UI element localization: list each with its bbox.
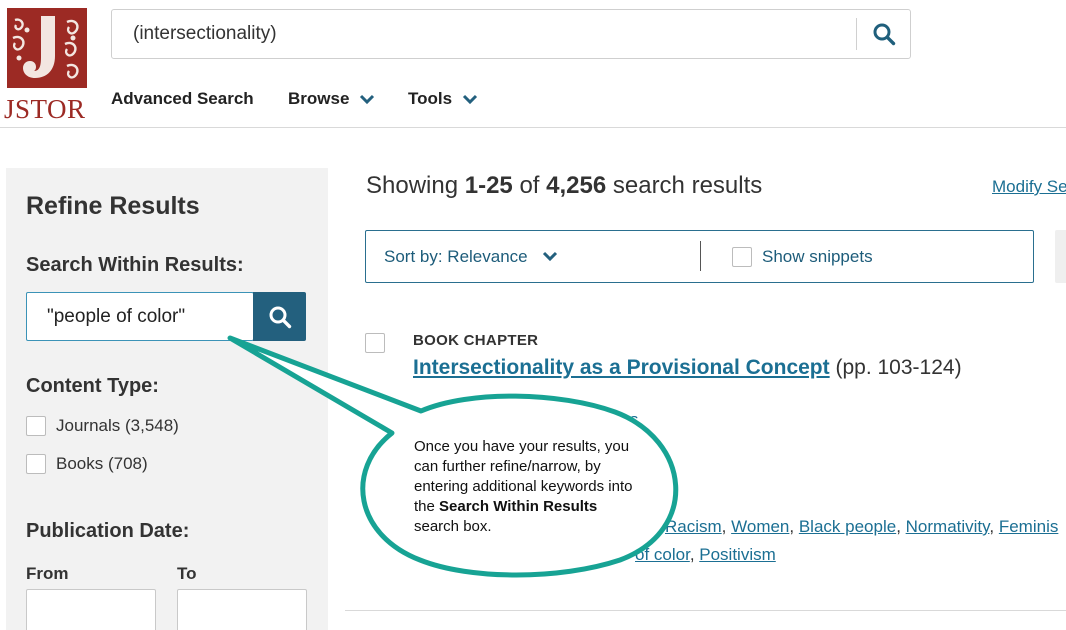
topic-link[interactable]: Black people [799,517,896,536]
search-button[interactable] [864,16,904,52]
callout-text-bold: Search Within Results [439,498,598,515]
nav-tools[interactable]: Tools [408,88,478,110]
main-search-input[interactable] [113,11,853,57]
topic-link[interactable]: Women [731,517,789,536]
side-panel-button[interactable] [1055,230,1066,283]
refine-results-title: Refine Results [26,192,200,220]
chevron-down-icon [462,94,478,105]
topic-link[interactable]: Racism [665,517,722,536]
showing-of: of [512,172,547,199]
sort-label: Sort by: Relevance [384,246,528,266]
journals-checkbox[interactable] [26,416,46,436]
result-title-line: Intersectionality as a Provisional Conce… [413,356,962,380]
search-icon [269,306,291,328]
jstor-logo[interactable]: JSTOR [4,8,88,126]
topic-separator: , [789,517,799,536]
content-type-title: Content Type: [26,375,159,397]
result-book-link[interactable]: igins, Contestations, Horizons [413,410,638,429]
sort-select[interactable]: Sort by: Relevance [384,231,558,282]
from-date-input[interactable] [26,589,156,630]
jstor-logo-emblem [7,8,87,88]
topic-link[interactable]: Normativity [906,517,990,536]
showing-prefix: Showing [366,172,465,199]
showing-total: 4,256 [546,172,607,199]
topic-link[interactable]: Feminis [999,517,1059,536]
topic-separator: , [721,517,732,536]
from-label: From [26,564,69,583]
sort-toolbar: Sort by: Relevance Show snippets [365,230,1034,283]
modify-search-link[interactable]: Modify Se [992,177,1066,197]
showing-suffix: search results [606,172,763,199]
show-snippets-toggle[interactable]: Show snippets [732,231,873,282]
sort-divider [700,241,701,271]
result-book-title: igins, Contestations, Horizons [413,410,638,430]
nav-advanced-search-label: Advanced Search [111,89,254,108]
refine-sidebar: Refine Results Search Within Results: Co… [6,168,328,630]
show-snippets-label: Show snippets [762,246,873,266]
search-within-button[interactable] [253,292,306,341]
callout-text: Once you have your results, you can furt… [414,437,644,537]
nav-advanced-search[interactable]: Advanced Search [111,88,254,110]
topic-separator: , [896,517,906,536]
topic-link[interactable]: of color [635,545,690,564]
to-date-input[interactable] [177,589,307,630]
content-type-journals[interactable]: Journals (3,548) [26,416,179,436]
nav-browse[interactable]: Browse [288,88,375,110]
journals-label: Journals (3,548) [56,416,179,435]
search-icon [873,23,896,46]
result-pages: (pp. 103-124) [829,356,962,379]
topic-separator: , [989,517,999,536]
chevron-down-icon [359,94,375,105]
show-snippets-checkbox[interactable] [732,246,752,267]
result-title-link[interactable]: Intersectionality as a Provisional Conce… [413,356,830,379]
search-within-title: Search Within Results: [26,254,244,276]
nav-browse-label: Browse [288,89,350,108]
results-count: Showing 1-25 of 4,256 search results [366,172,762,200]
result-divider [345,610,1066,611]
publication-date-title: Publication Date: [26,520,190,542]
jstor-logo-text: JSTOR [4,94,86,124]
topics-line-2: of color, Positivism [413,541,1066,569]
showing-range: 1-25 [464,172,513,199]
books-label: Books (708) [56,454,148,473]
books-checkbox[interactable] [26,454,46,474]
search-within-input[interactable] [26,292,254,341]
result-select-checkbox[interactable] [365,333,385,353]
content-type-books[interactable]: Books (708) [26,454,148,474]
chevron-down-icon [542,251,558,262]
search-divider [856,18,857,50]
nav-tools-label: Tools [408,89,453,108]
result-item-type: BOOK CHAPTER [413,332,539,349]
main-search-box [111,9,911,59]
to-label: To [177,564,197,583]
header-divider [0,127,1066,128]
topic-link[interactable]: Positivism [699,545,776,564]
callout-text-2: search box. [414,518,492,535]
topic-separator: , [689,545,700,564]
